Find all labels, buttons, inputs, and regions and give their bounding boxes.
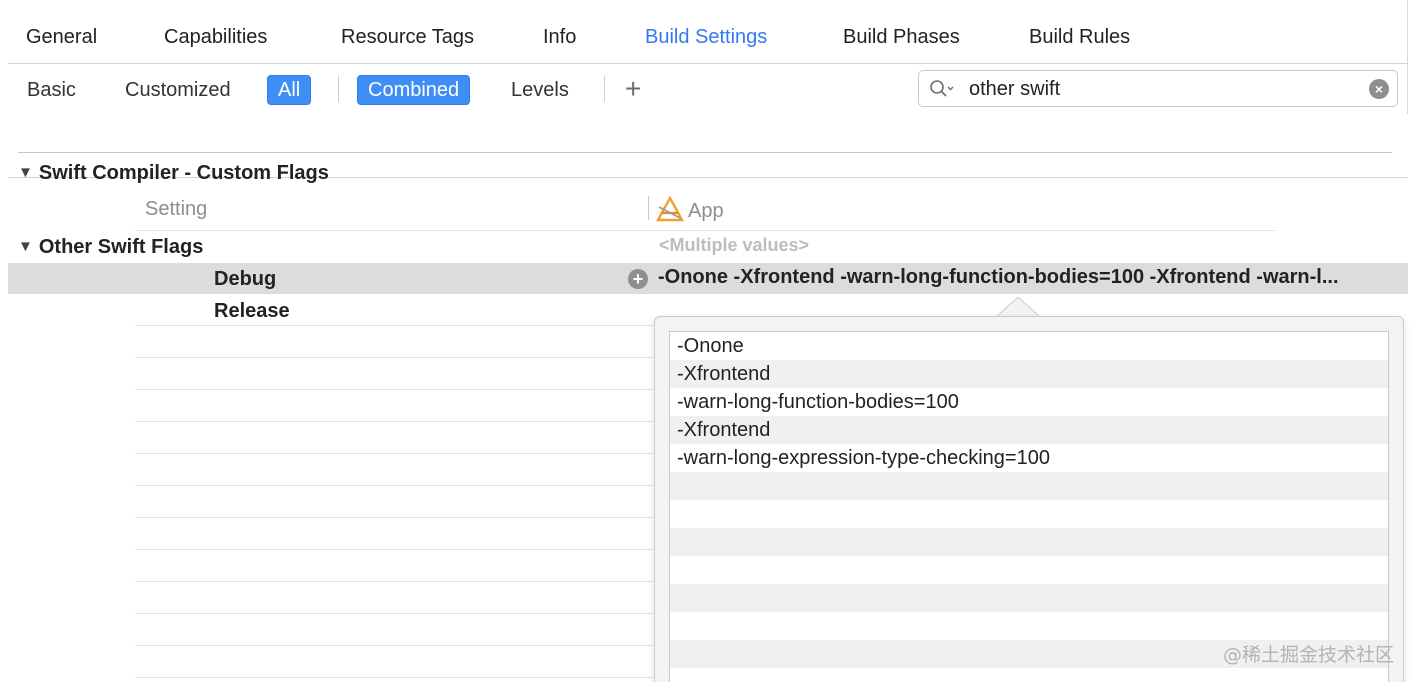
flag-item[interactable]: -Xfrontend — [670, 416, 1388, 444]
flags-list[interactable]: -Onone -Xfrontend -warn-long-function-bodi… — [669, 331, 1389, 682]
flag-item[interactable]: -warn-long-function-bodies=100 — [670, 388, 1388, 416]
column-divider — [648, 196, 649, 220]
config-label-release[interactable]: Release — [214, 300, 290, 323]
row-divider — [135, 613, 655, 614]
flag-empty-row[interactable] — [670, 668, 1388, 682]
filter-divider — [604, 76, 605, 102]
watermark: @稀土掘金技术社区 — [1222, 644, 1394, 666]
filter-all-button[interactable]: All — [267, 75, 312, 105]
config-label-debug: Debug — [214, 268, 277, 290]
row-divider — [135, 230, 1275, 231]
row-divider — [135, 389, 655, 390]
filter-divider — [338, 76, 339, 102]
clear-search-icon[interactable]: × — [1369, 79, 1389, 99]
flag-item[interactable]: -Xfrontend — [670, 360, 1388, 388]
flag-empty-row[interactable] — [670, 584, 1388, 612]
setting-summary-value: <Multiple values> — [659, 235, 810, 255]
column-header-target[interactable]: App — [656, 196, 724, 223]
editor-tab-bar: General Capabilities Resource Tags Info … — [0, 0, 1408, 64]
tab-build-phases[interactable]: Build Phases — [843, 26, 960, 49]
tab-build-rules[interactable]: Build Rules — [1029, 26, 1130, 49]
flag-empty-row[interactable] — [670, 500, 1388, 528]
popover-arrow — [996, 296, 1040, 318]
disclosure-triangle-icon[interactable]: ▼ — [18, 164, 33, 181]
row-divider — [135, 453, 655, 454]
view-levels-button[interactable]: Levels — [501, 75, 579, 105]
flag-item[interactable]: -warn-long-expression-type-checking=100 — [670, 444, 1388, 472]
flag-empty-row[interactable] — [670, 612, 1388, 640]
column-header-setting[interactable]: Setting — [145, 198, 207, 221]
add-condition-icon[interactable]: + — [628, 269, 648, 289]
tab-resource-tags[interactable]: Resource Tags — [341, 26, 474, 49]
setting-name: Other Swift Flags — [38, 236, 204, 258]
row-divider — [135, 549, 655, 550]
flags-editor-popover[interactable]: -Onone -Xfrontend -warn-long-function-bodi… — [654, 316, 1404, 682]
search-field[interactable]: × — [918, 70, 1398, 107]
filter-customized-button[interactable]: Customized — [115, 75, 241, 105]
row-divider — [135, 421, 655, 422]
tab-capabilities[interactable]: Capabilities — [164, 26, 267, 49]
row-divider — [135, 357, 655, 358]
section-title: Swift Compiler - Custom Flags — [38, 162, 329, 184]
setting-row-other-swift-flags[interactable]: ▼ Other Swift Flags — [18, 236, 203, 259]
flag-item[interactable]: -Onone — [670, 332, 1388, 360]
row-divider — [135, 325, 655, 326]
flag-empty-row[interactable] — [670, 528, 1388, 556]
target-name: App — [688, 200, 724, 222]
disclosure-triangle-icon[interactable]: ▼ — [18, 238, 33, 255]
row-divider — [135, 485, 655, 486]
flag-empty-row[interactable] — [670, 472, 1388, 500]
app-target-icon — [656, 196, 684, 222]
add-setting-button[interactable]: + — [625, 75, 641, 103]
tab-build-settings[interactable]: Build Settings — [645, 26, 767, 49]
view-combined-button[interactable]: Combined — [357, 75, 471, 105]
tab-info[interactable]: Info — [543, 26, 576, 49]
section-header[interactable]: ▼ Swift Compiler - Custom Flags — [18, 162, 329, 185]
filter-basic-button[interactable]: Basic — [17, 75, 86, 105]
row-divider — [135, 677, 655, 678]
tab-general[interactable]: General — [26, 26, 97, 49]
debug-value[interactable]: -Onone -Xfrontend -warn-long-function-bo… — [658, 266, 1398, 289]
row-divider — [135, 517, 655, 518]
flag-empty-row[interactable] — [670, 556, 1388, 584]
row-divider — [135, 645, 655, 646]
row-divider — [135, 581, 655, 582]
section-top-divider — [18, 152, 1392, 153]
filter-bar: Basic Customized All Combined Levels + × — [0, 64, 1408, 178]
search-icon[interactable] — [929, 79, 955, 99]
search-input[interactable] — [969, 75, 1359, 103]
